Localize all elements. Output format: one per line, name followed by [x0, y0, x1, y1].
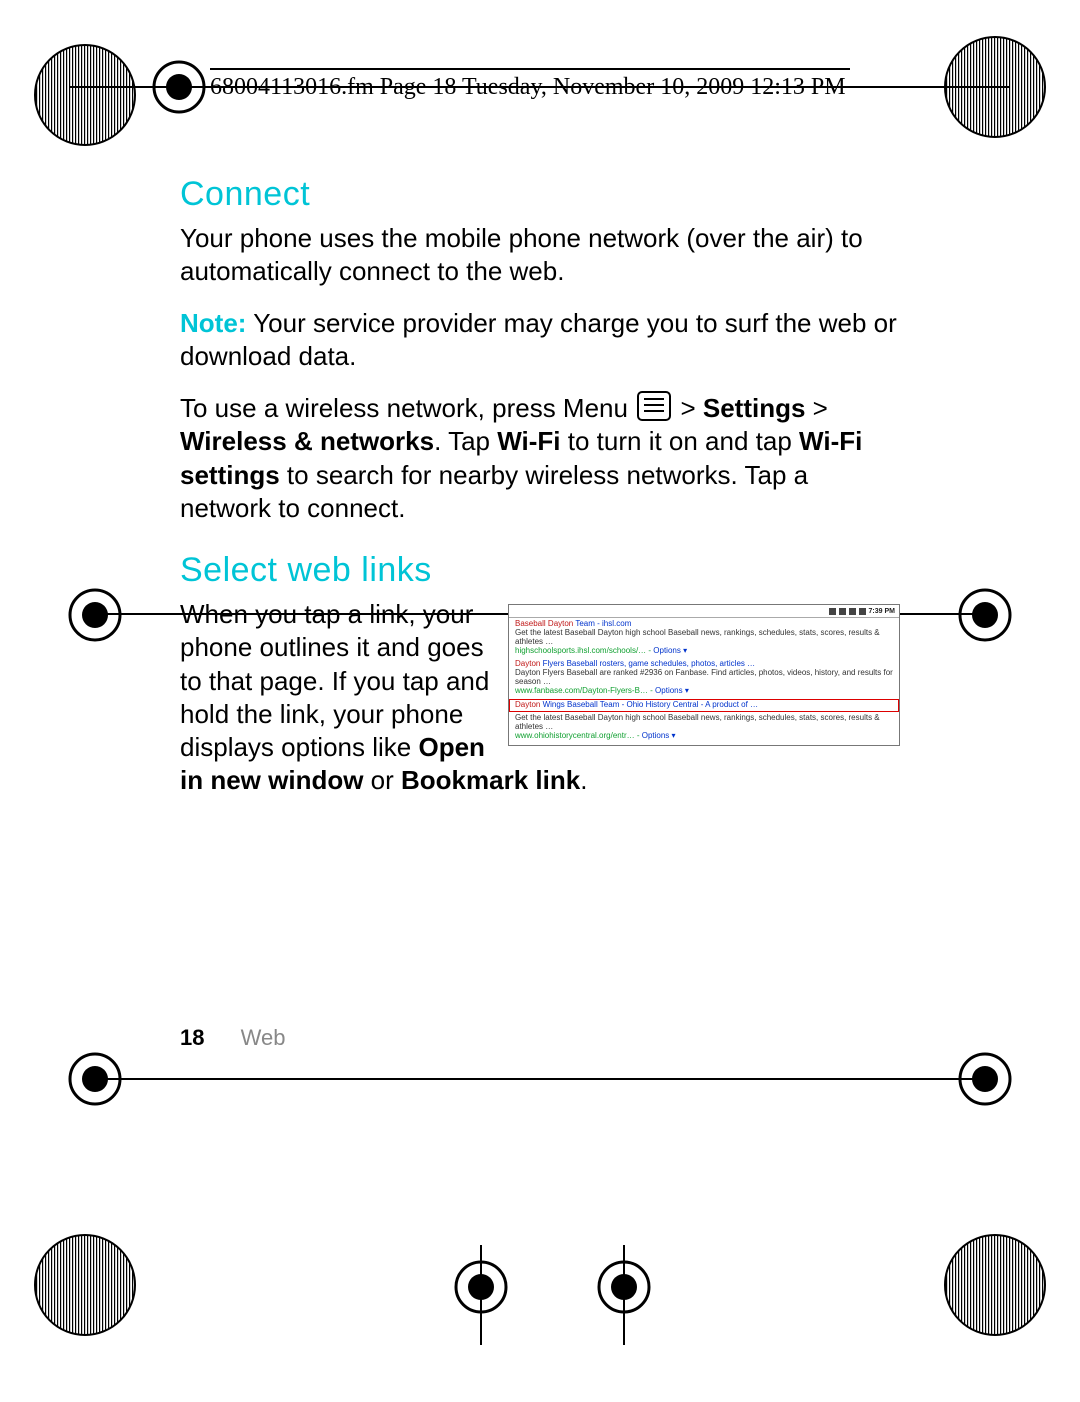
- footer-section-name: Web: [241, 1025, 286, 1050]
- bold-label: Wireless & networks: [180, 426, 434, 456]
- result-title: Flyers Baseball rosters, game schedules,…: [540, 659, 755, 668]
- note-paragraph: Note: Your service provider may charge y…: [180, 307, 900, 374]
- result-desc: Get the latest Baseball Dayton high scho…: [515, 629, 893, 647]
- bold-label: Settings: [703, 393, 806, 423]
- registration-hatch-circle: [940, 1230, 1050, 1340]
- crop-line: [90, 1078, 990, 1080]
- search-result-row-selected: Dayton Wings Baseball Team - Ohio Histor…: [509, 699, 899, 713]
- text-run: >: [805, 393, 827, 423]
- bold-label: Wi-Fi: [497, 426, 560, 456]
- status-icon: [839, 608, 846, 615]
- menu-icon: [637, 391, 671, 421]
- paragraph: To use a wireless network, press Menu > …: [180, 391, 900, 525]
- framemaker-header-line: 68004113016.fm Page 18 Tuesday, November…: [210, 68, 850, 101]
- page-number: 18: [180, 1025, 204, 1050]
- screenshot-status-bar: 7:39 PM: [509, 605, 899, 618]
- section-heading-select-web-links: Select web links: [180, 551, 900, 590]
- result-desc: Dayton Flyers Baseball are ranked #2936 …: [515, 669, 893, 687]
- page-content: Connect Your phone uses the mobile phone…: [180, 175, 900, 816]
- text-run: To use a wireless network, press Menu: [180, 393, 635, 423]
- registration-target-icon: [68, 1052, 122, 1106]
- registration-target-icon: [68, 588, 122, 642]
- result-url: www.fanbase.com/Dayton-Flyers-B…: [515, 686, 648, 695]
- paragraph: Your phone uses the mobile phone network…: [180, 222, 900, 289]
- text-run: to turn it on and tap: [561, 426, 800, 456]
- result-url: www.ohiohistorycentral.org/entr…: [515, 731, 635, 740]
- status-time: 7:39 PM: [869, 608, 895, 615]
- text-run: .: [580, 765, 587, 795]
- result-desc: Get the latest Baseball Dayton high scho…: [515, 714, 893, 732]
- result-title: Wings Baseball Team - Ohio History Centr…: [540, 700, 758, 709]
- search-footer: Searches related to: dayton baseball: [509, 744, 899, 746]
- page-footer: 18 Web: [180, 1025, 285, 1051]
- bold-label: Bookmark link: [401, 765, 580, 795]
- search-result-row: Dayton Flyers Baseball rosters, game sch…: [509, 658, 899, 698]
- registration-target-icon: [454, 1260, 508, 1314]
- registration-hatch-circle: [30, 1230, 140, 1340]
- browser-screenshot: 7:39 PM Baseball Dayton Team - ihsl.com …: [508, 604, 900, 746]
- status-icon: [829, 608, 836, 615]
- result-options: Options: [653, 646, 681, 655]
- note-body: Your service provider may charge you to …: [180, 308, 897, 371]
- registration-target-icon: [597, 1260, 651, 1314]
- registration-target-icon: [958, 1052, 1012, 1106]
- result-options: Options: [642, 731, 670, 740]
- note-label: Note:: [180, 308, 246, 338]
- status-icon: [859, 608, 866, 615]
- search-result-row: Baseball Dayton Team - ihsl.com Get the …: [509, 618, 899, 658]
- registration-target-icon: [152, 60, 206, 114]
- status-icon: [849, 608, 856, 615]
- search-result-row: Get the latest Baseball Dayton high scho…: [509, 712, 899, 743]
- registration-target-icon: [958, 588, 1012, 642]
- section-heading-connect: Connect: [180, 175, 900, 214]
- result-title-highlight: Baseball Dayton: [515, 619, 573, 628]
- text-run: or: [363, 765, 401, 795]
- result-options: Options: [655, 686, 683, 695]
- text-run: >: [680, 393, 702, 423]
- registration-hatch-circle: [30, 40, 140, 150]
- result-title-highlight: Dayton: [515, 659, 540, 668]
- text-run: . Tap: [434, 426, 497, 456]
- result-url: highschoolsports.ihsl.com/schools/…: [515, 646, 646, 655]
- result-title-highlight: Dayton: [515, 700, 540, 709]
- result-title: Team - ihsl.com: [573, 619, 631, 628]
